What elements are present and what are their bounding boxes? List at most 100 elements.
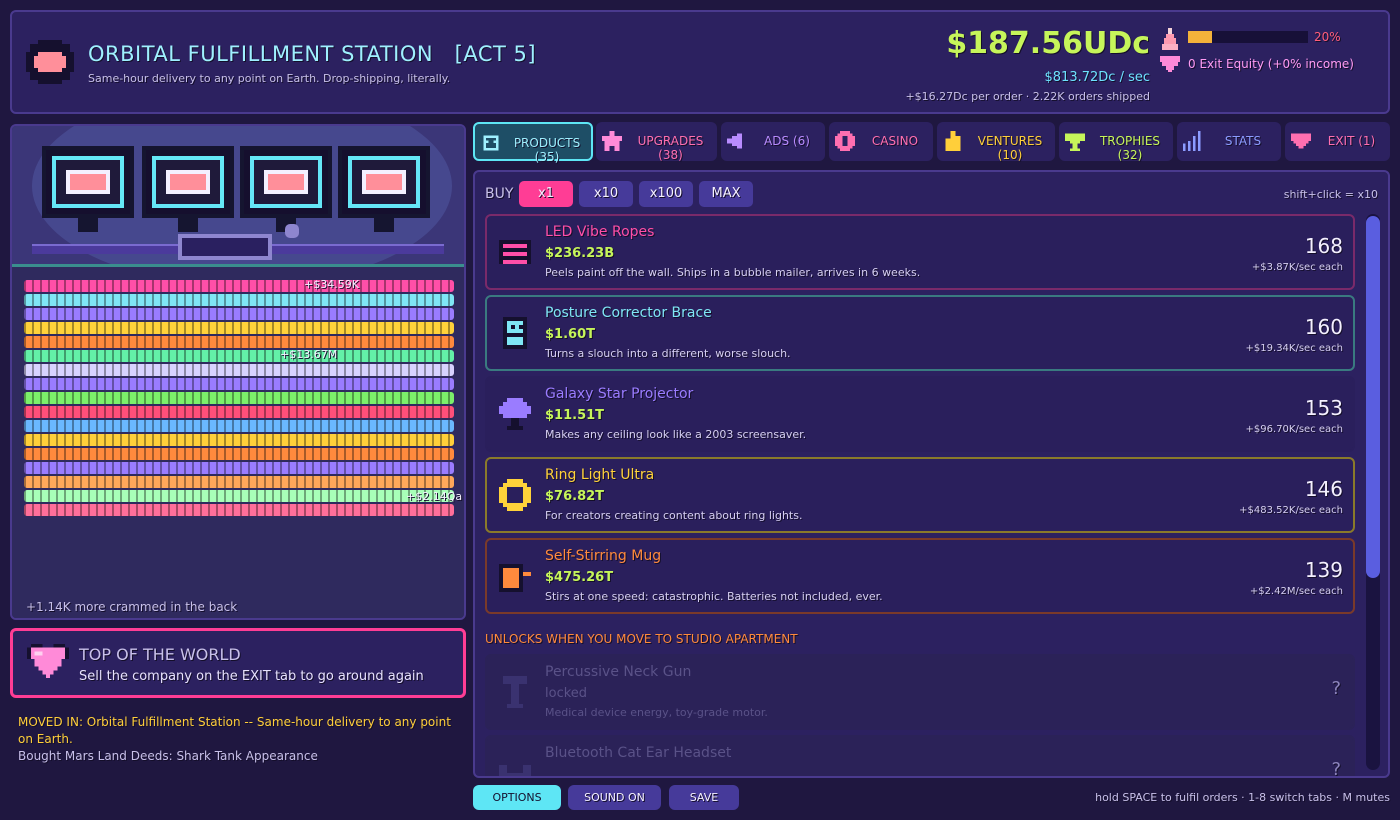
building-icon	[945, 131, 961, 151]
product-list[interactable]: LED Vibe Ropes $236.23B Peels paint off …	[485, 214, 1355, 776]
scrollbar-thumb[interactable]	[1366, 216, 1380, 578]
income-rate: $813.72Dc / sec	[1044, 70, 1150, 85]
tab-exit[interactable]: EXIT (1)	[1285, 122, 1390, 161]
product-income-each: +$483.52K/sec each	[1239, 505, 1343, 516]
monitor-icon	[338, 146, 430, 232]
locked-product-row[interactable]: Percussive Neck Gun locked Medical devic…	[485, 654, 1355, 730]
product-income-each: +$19.34K/sec each	[1245, 343, 1343, 354]
unknown-marker: ?	[1331, 678, 1341, 699]
station-subtitle: Same-hour delivery to any point on Earth…	[88, 72, 451, 85]
milestone-title: TOP OF THE WORLD	[79, 645, 241, 664]
product-name: Galaxy Star Projector	[545, 386, 694, 402]
options-button[interactable]: OPTIONS	[473, 785, 561, 810]
product-row[interactable]: Ring Light Ultra $76.82T For creators cr…	[485, 457, 1355, 533]
product-owned-count: 160	[1304, 315, 1343, 339]
product-row[interactable]: Galaxy Star Projector $11.51T Makes any …	[485, 376, 1355, 452]
scrollbar[interactable]	[1366, 214, 1380, 770]
tab-bar: PRODUCTS (35) UPGRADES (38) ADS (6) CASI…	[473, 122, 1390, 164]
crammed-count: +1.14K more crammed in the back	[26, 600, 238, 614]
mouse-icon	[285, 224, 299, 238]
tab-trophies[interactable]: TROPHIES (32)	[1059, 122, 1173, 162]
sound-toggle-button[interactable]: SOUND ON	[568, 785, 661, 810]
product-pile	[24, 280, 454, 538]
product-price: $76.82T	[545, 489, 605, 504]
heart-icon	[27, 643, 69, 679]
product-stack	[24, 350, 454, 362]
monitor-icon	[142, 146, 234, 232]
bars-icon	[1183, 131, 1201, 151]
star-icon	[602, 131, 622, 151]
product-row[interactable]: Posture Corrector Brace $1.60T Turns a s…	[485, 295, 1355, 371]
income-float: +$13.67M	[280, 348, 338, 361]
per-order-stats: +$16.27Dc per order · 2.22K orders shipp…	[905, 90, 1150, 103]
product-income-each: +$96.70K/sec each	[1245, 424, 1343, 435]
header-bar: ORBITAL FULFILLMENT STATION [ACT 5] Same…	[10, 10, 1390, 114]
neck-gun-icon	[503, 676, 527, 708]
product-description: Medical device energy, toy-grade motor.	[545, 706, 768, 719]
product-name: Self-Stirring Mug	[545, 548, 662, 564]
product-description: Turns a slouch into a different, worse s…	[545, 347, 791, 360]
tab-casino[interactable]: CASINO	[829, 122, 933, 161]
tab-ventures[interactable]: VENTURES (10)	[937, 122, 1055, 162]
product-stack	[24, 406, 454, 418]
product-stack	[24, 378, 454, 390]
product-owned-count: 168	[1304, 234, 1343, 258]
tab-label: TROPHIES (32)	[1099, 134, 1161, 162]
product-stack	[24, 336, 454, 348]
income-float: +$34.59K	[304, 278, 359, 291]
product-stack	[24, 462, 454, 474]
tab-label: VENTURES (10)	[977, 134, 1043, 162]
product-row[interactable]: Self-Stirring Mug $475.26T Stirs at one …	[485, 538, 1355, 614]
save-button[interactable]: SAVE	[669, 785, 739, 810]
product-stack	[24, 448, 454, 460]
buy-x10-button[interactable]: x10	[579, 181, 633, 207]
monitor-icon	[240, 146, 332, 232]
product-price: $1.60T	[545, 327, 595, 342]
log-entry: MOVED IN: Orbital Fulfillment Station --…	[18, 715, 451, 746]
tab-ads[interactable]: ADS (6)	[721, 122, 825, 161]
product-description: Makes any ceiling look like a 2003 scree…	[545, 428, 807, 441]
station-logo-icon	[26, 40, 74, 84]
product-stack	[24, 504, 454, 516]
product-name: Posture Corrector Brace	[545, 305, 712, 321]
tab-label: UPGRADES (38)	[637, 134, 704, 162]
monitor-icon	[42, 146, 134, 232]
product-description: Stirs at one speed: catastrophic. Batter…	[545, 590, 883, 603]
trophy-icon	[1065, 133, 1085, 151]
product-stack	[24, 308, 454, 320]
tab-products[interactable]: PRODUCTS (35)	[473, 122, 593, 164]
heart-icon	[1291, 133, 1311, 149]
product-name: Percussive Neck Gun	[545, 664, 692, 680]
projector-icon	[499, 398, 531, 430]
product-income-each: +$2.42M/sec each	[1249, 586, 1343, 597]
product-description: Peels paint off the wall. Ships in a bub…	[545, 266, 921, 279]
mug-icon	[499, 564, 531, 592]
buy-x1-button[interactable]: x1	[519, 181, 573, 207]
milestone-description: Sell the company on the EXIT tab to go a…	[79, 669, 424, 684]
unlock-header: UNLOCKS WHEN YOU MOVE TO STUDIO APARTMEN…	[485, 632, 798, 646]
office-scene[interactable]: +$34.59K +$13.67M +$2.14Qa +1.14K more c…	[10, 124, 466, 620]
product-price: $236.23B	[545, 246, 615, 261]
product-name: Ring Light Ultra	[545, 467, 655, 483]
tab-stats[interactable]: STATS	[1177, 122, 1281, 161]
product-row[interactable]: LED Vibe Ropes $236.23B Peels paint off …	[485, 214, 1355, 290]
tab-label: STATS	[1224, 134, 1262, 148]
buy-x100-button[interactable]: x100	[639, 181, 693, 207]
unknown-marker: ?	[1331, 759, 1341, 776]
led-rope-icon	[499, 240, 531, 264]
locked-product-row[interactable]: Bluetooth Cat Ear Headset ?	[485, 735, 1355, 776]
exit-progress-bar	[1188, 31, 1308, 43]
product-stack	[24, 476, 454, 488]
product-stack	[24, 322, 454, 334]
product-stack	[24, 490, 454, 502]
tab-upgrades[interactable]: UPGRADES (38)	[596, 122, 717, 162]
tab-label: EXIT (1)	[1327, 134, 1376, 148]
buy-max-button[interactable]: MAX	[699, 181, 753, 207]
tab-label: PRODUCTS (35)	[513, 136, 581, 164]
flask-icon	[1162, 28, 1178, 50]
product-description: For creators creating content about ring…	[545, 509, 803, 522]
chip-icon	[835, 131, 855, 151]
event-log: MOVED IN: Orbital Fulfillment Station --…	[18, 714, 458, 765]
milestone-banner: TOP OF THE WORLD Sell the company on the…	[10, 628, 466, 698]
product-owned-count: 153	[1304, 396, 1343, 420]
